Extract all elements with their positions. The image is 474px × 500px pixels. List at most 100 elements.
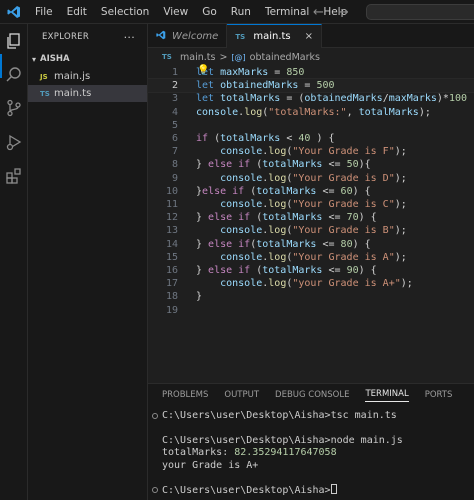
code-token: totalMarks: [256, 238, 317, 250]
variable-symbol-icon: [@]: [231, 52, 246, 62]
code-token: ) {: [310, 133, 335, 144]
menu-item-edit[interactable]: Edit: [60, 0, 94, 24]
line-number: 17: [165, 278, 178, 290]
ts-file-icon: TS: [40, 89, 50, 98]
breadcrumb-file[interactable]: main.ts: [180, 52, 215, 63]
breadcrumb-symbol[interactable]: obtainedMarks: [250, 52, 320, 63]
code-text: console.log("totalMarks:", totalMarks);: [196, 106, 431, 119]
code-line: 8 } else if (totalMarks <= 50){: [148, 158, 474, 171]
code-line: 6 if (totalMarks < 40 ) {: [148, 132, 474, 145]
terminal-text-content: C:\Users\user\Desktop\Aisha>tsc main.ts: [162, 410, 397, 421]
code-token: }: [196, 238, 209, 250]
run-debug-icon[interactable]: [3, 131, 25, 153]
code-token: else if: [208, 212, 251, 224]
code-token: );: [394, 251, 407, 263]
code-text: } else if (totalMarks <= 70) {: [196, 211, 377, 224]
line-number: 4: [171, 106, 178, 118]
bottom-panel: PROBLEMS OUTPUT DEBUG CONSOLE TERMINAL PORTS…: [148, 383, 474, 500]
code-token: 60: [340, 185, 353, 197]
code-token: obtainedMarks: [304, 93, 383, 105]
vscode-logo-icon[interactable]: [0, 0, 28, 24]
line-number: 8: [171, 159, 178, 171]
code-token: 40: [298, 133, 311, 144]
code-line: 3 let totalMarks = (obtainedMarks/maxMark…: [148, 92, 474, 105]
menu-item-view[interactable]: View: [156, 0, 195, 24]
code-token: (: [250, 212, 263, 224]
code-token: 80: [340, 238, 353, 250]
menu-item-terminal[interactable]: Terminal: [258, 0, 316, 24]
explorer-icon[interactable]: [3, 30, 25, 52]
tab-main-ts[interactable]: TS main.ts ×: [227, 24, 323, 48]
code-token: ) {: [352, 238, 371, 250]
code-token: else if: [208, 238, 251, 250]
code-token: 90: [346, 265, 359, 276]
source-control-icon[interactable]: [3, 97, 25, 119]
menu-item-run[interactable]: Run: [224, 0, 258, 24]
nav-arrows: ← →: [313, 0, 349, 24]
line-number: 7: [171, 146, 178, 158]
panel-tab-debug-console[interactable]: DEBUG CONSOLE: [275, 390, 349, 400]
panel-tab-ports[interactable]: PORTS: [425, 390, 453, 400]
code-editor[interactable]: 1 let maxMarks = 850 2 let obtainedMarks = …: [147, 66, 474, 380]
code-token: console: [220, 225, 263, 237]
panel-tab-output[interactable]: OUTPUT: [224, 390, 259, 400]
code-token: }: [196, 265, 209, 276]
line-number: 9: [171, 172, 178, 184]
file-item-main-js[interactable]: JS main.js: [28, 68, 147, 85]
more-actions-icon[interactable]: ···: [124, 31, 135, 44]
code-token: "Your Grade is B": [292, 225, 395, 237]
folder-aisha[interactable]: ▾ AISHA: [28, 50, 147, 68]
file-name: main.ts: [54, 88, 92, 99]
menu-item-selection[interactable]: Selection: [94, 0, 156, 24]
code-line: 13 console.log("Your Grade is B");: [148, 224, 474, 237]
code-token: "Your Grade is C": [292, 199, 395, 210]
code-token: 100: [448, 93, 467, 105]
code-token: <: [280, 133, 299, 144]
panel-tab-terminal[interactable]: TERMINAL: [365, 389, 409, 402]
editor-tab-bar: Welcome TS main.ts ×: [148, 24, 474, 48]
code-token: maxMarks: [388, 93, 437, 105]
file-list: JS main.js TS main.ts: [28, 68, 147, 102]
explorer-sidebar: EXPLORER ··· ▾ AISHA JS main.js TS main.ts: [28, 24, 148, 500]
forward-arrow-icon[interactable]: →: [338, 5, 349, 20]
code-token: 850: [286, 67, 305, 78]
menu-item-go[interactable]: Go: [195, 0, 224, 24]
command-status-icon: [152, 487, 158, 494]
tab-label: Welcome: [172, 30, 219, 42]
code-token: = (: [280, 93, 305, 105]
code-token: }: [196, 159, 209, 171]
tab-welcome[interactable]: Welcome: [148, 24, 228, 48]
code-token: <=: [322, 265, 347, 276]
code-token: <=: [316, 238, 341, 250]
code-token: log: [268, 251, 287, 263]
terminal-text-content: totalMarks:: [162, 447, 235, 459]
command-center-search[interactable]: [366, 4, 474, 20]
terminal-text-content: your Grade is A+: [162, 459, 259, 471]
code-token: maxMarks: [220, 67, 269, 78]
code-token: 500: [316, 80, 335, 92]
folder-label: AISHA: [40, 54, 70, 64]
menu-item-file[interactable]: File: [28, 0, 60, 24]
panel-tab-problems[interactable]: PROBLEMS: [162, 390, 208, 400]
code-token: totalMarks: [220, 93, 281, 105]
code-line: 16} else if (totalMarks <= 90) {: [148, 264, 474, 277]
back-arrow-icon[interactable]: ←: [313, 5, 324, 20]
code-token: if: [196, 133, 209, 144]
code-text: console.log("your Grade is A+");: [196, 277, 413, 290]
lightbulb-icon[interactable]: 💡: [197, 65, 209, 76]
code-token: "Your Grade is F": [292, 146, 395, 158]
extensions-icon[interactable]: [3, 165, 25, 187]
tab-label: main.ts: [253, 31, 291, 42]
code-text: console.log("Your Grade is D");: [196, 172, 407, 185]
code-text: } else if (totalMarks <= 50){: [196, 158, 371, 171]
code-token: ){: [358, 159, 371, 171]
line-number: 2: [171, 80, 178, 92]
close-icon[interactable]: ×: [305, 31, 313, 42]
code-token: "totalMarks:": [268, 106, 347, 118]
explorer-header: EXPLORER ···: [28, 24, 147, 50]
terminal-text: C:\Users\user\Desktop\Aisha>tsc main.ts: [162, 410, 397, 422]
file-item-main-ts[interactable]: TS main.ts: [28, 85, 147, 102]
code-line: 14} else if(totalMarks <= 80) {: [148, 238, 474, 251]
search-icon[interactable]: [3, 64, 25, 86]
code-token: (: [250, 159, 263, 171]
